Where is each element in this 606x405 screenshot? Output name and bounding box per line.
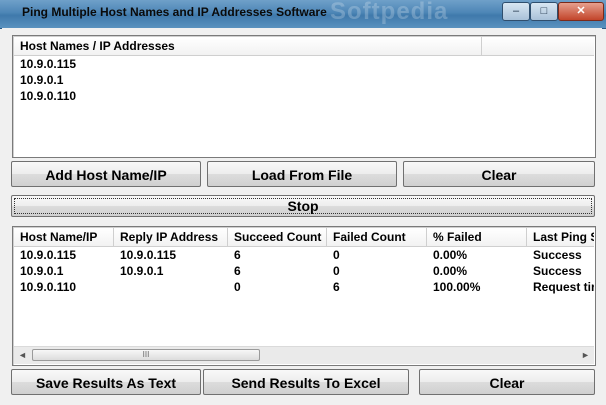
title-bar: Ping Multiple Host Names and IP Addresse… — [0, 0, 606, 29]
cell-percent-failed: 0.00% — [433, 264, 468, 278]
add-host-button[interactable]: Add Host Name/IP — [11, 161, 201, 187]
host-value: 10.9.0.110 — [20, 89, 77, 103]
cell-failed: 0 — [333, 248, 340, 262]
column-header-reply-ip[interactable]: Reply IP Address — [114, 228, 228, 246]
minimize-button[interactable]: – — [502, 2, 530, 21]
cell-reply-ip — [114, 279, 228, 295]
hosts-list[interactable]: Host Names / IP Addresses 10.9.0.115 10.… — [12, 35, 596, 158]
results-list[interactable]: Host Name/IP Reply IP Address Succeed Co… — [12, 226, 596, 366]
window-title: Ping Multiple Host Names and IP Addresse… — [22, 5, 327, 19]
column-header-failed[interactable]: Failed Count — [327, 228, 427, 246]
stop-button[interactable]: Stop — [11, 195, 595, 217]
cell-failed: 0 — [333, 264, 340, 278]
column-header-succeed[interactable]: Succeed Count — [228, 228, 327, 246]
close-button[interactable]: ✕ — [558, 2, 604, 21]
column-header-host[interactable]: Host Name/IP — [14, 228, 114, 246]
cell-last-ping: Success — [533, 264, 582, 278]
send-results-to-excel-button[interactable]: Send Results To Excel — [203, 369, 409, 395]
cell-host: 10.9.0.110 — [20, 280, 77, 294]
scroll-thumb[interactable]: III — [32, 349, 260, 361]
cell-succeed: 0 — [234, 280, 241, 294]
cell-last-ping: Success — [533, 248, 582, 262]
column-header-percent-failed[interactable]: % Failed — [427, 228, 527, 246]
host-list-item[interactable]: 10.9.0.1 — [14, 72, 594, 88]
maximize-button[interactable]: □ — [530, 2, 558, 21]
cell-host: 10.9.0.115 — [20, 248, 77, 262]
clear-hosts-button[interactable]: Clear — [403, 161, 595, 187]
load-from-file-button[interactable]: Load From File — [207, 161, 397, 187]
stop-button-label: Stop — [287, 198, 319, 214]
hosts-list-header: Host Names / IP Addresses — [14, 37, 594, 56]
cell-last-ping: Request tir — [533, 280, 594, 294]
table-row[interactable]: 10.9.0.110 0 6 100.00% Request tir — [14, 279, 594, 295]
scroll-right-arrow-icon[interactable]: ► — [577, 347, 594, 364]
column-header-empty — [482, 37, 594, 55]
horizontal-scrollbar[interactable]: ◄ III ► — [14, 346, 594, 364]
window-body: Host Names / IP Addresses 10.9.0.115 10.… — [2, 28, 602, 403]
cell-host: 10.9.0.1 — [20, 264, 64, 278]
cell-succeed: 6 — [234, 264, 241, 278]
host-value: 10.9.0.1 — [20, 73, 64, 87]
clear-results-button[interactable]: Clear — [419, 369, 595, 395]
table-row[interactable]: 10.9.0.115 10.9.0.115 6 0 0.00% Success — [14, 247, 594, 263]
cell-percent-failed: 100.00% — [433, 280, 481, 294]
table-row[interactable]: 10.9.0.1 10.9.0.1 6 0 0.00% Success — [14, 263, 594, 279]
host-value: 10.9.0.115 — [20, 57, 77, 71]
cell-failed: 6 — [333, 280, 340, 294]
scroll-left-arrow-icon[interactable]: ◄ — [14, 347, 31, 364]
cell-reply-ip: 10.9.0.1 — [120, 264, 164, 278]
cell-succeed: 6 — [234, 248, 241, 262]
column-header-hosts[interactable]: Host Names / IP Addresses — [14, 37, 482, 55]
results-list-header: Host Name/IP Reply IP Address Succeed Co… — [14, 228, 594, 247]
host-list-item[interactable]: 10.9.0.115 — [14, 56, 594, 72]
watermark: Softpedia — [330, 0, 449, 25]
cell-percent-failed: 0.00% — [433, 248, 468, 262]
column-header-last-ping[interactable]: Last Ping S — [527, 228, 594, 246]
save-results-as-text-button[interactable]: Save Results As Text — [11, 369, 201, 395]
host-list-item[interactable]: 10.9.0.110 — [14, 88, 594, 104]
cell-reply-ip: 10.9.0.115 — [120, 248, 177, 262]
